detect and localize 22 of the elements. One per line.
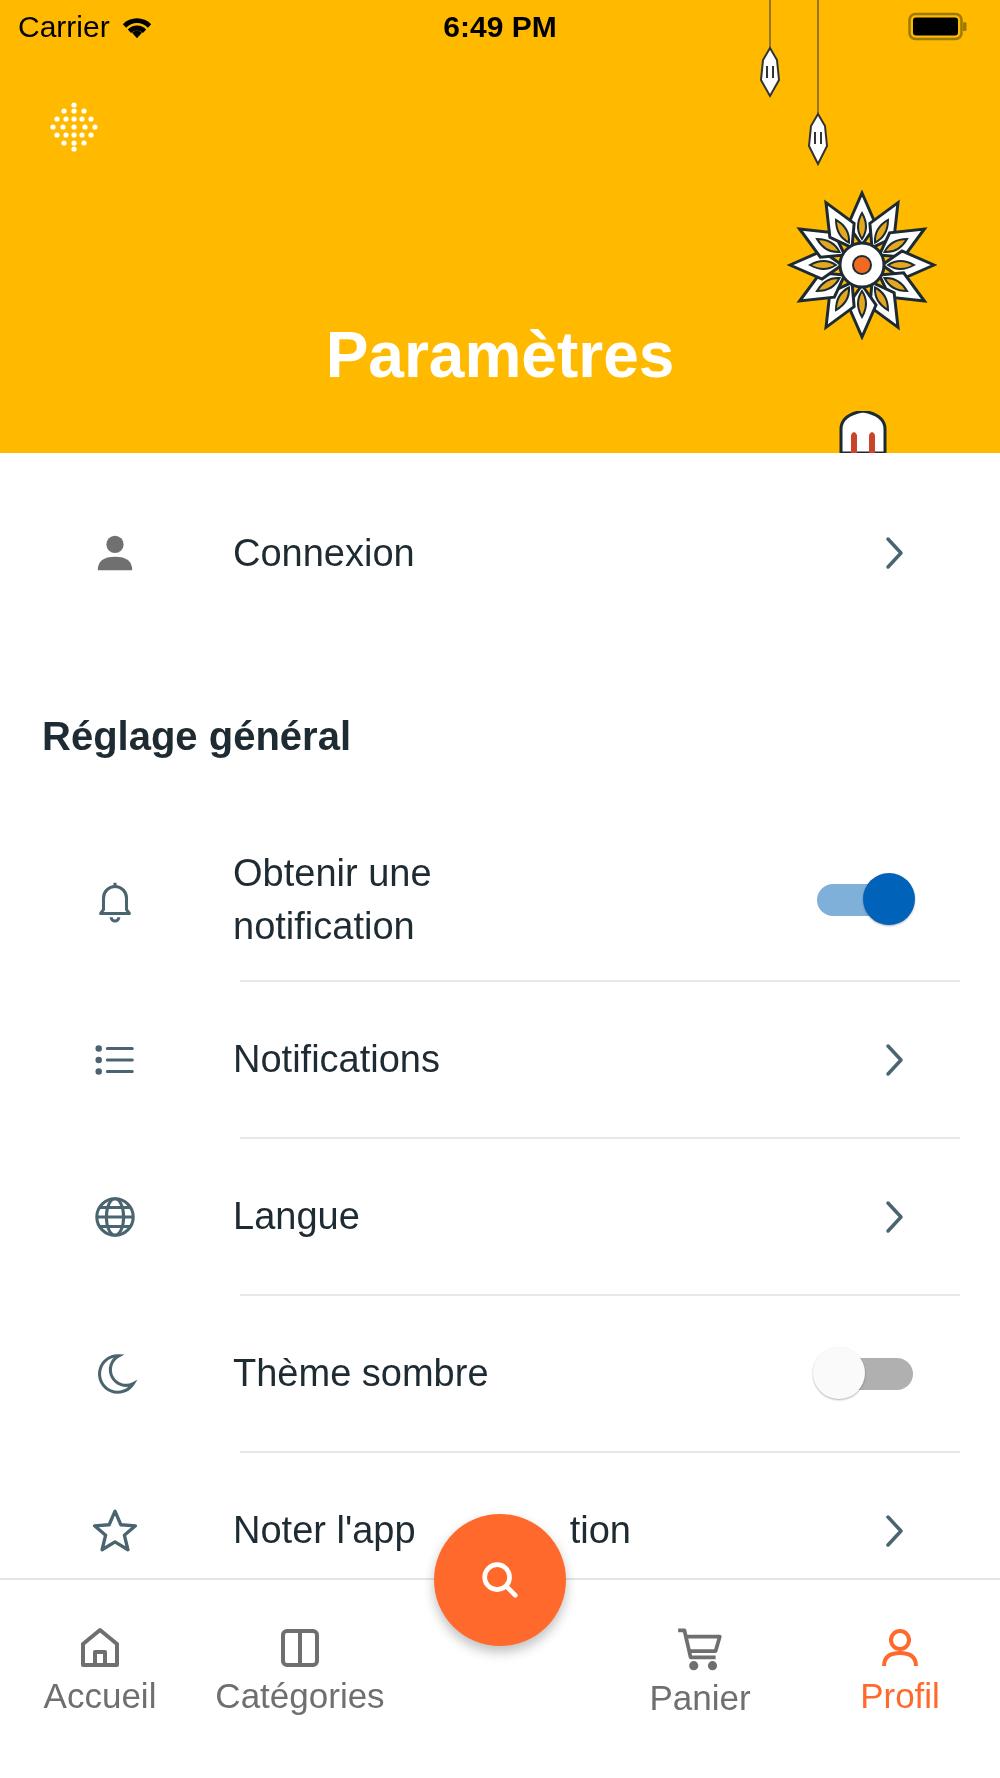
- chevron-icon[interactable]: [885, 1042, 905, 1077]
- setting-link[interactable]: Langue: [233, 1195, 360, 1238]
- section-heading: Réglage général: [41, 713, 352, 760]
- login-link[interactable]: Connexion: [233, 531, 415, 575]
- chevron-icon[interactable]: [885, 1199, 905, 1234]
- nav-tab[interactable]: Panier: [600, 1580, 800, 1778]
- nav-tab[interactable]: Accueil: [0, 1580, 200, 1778]
- battery-icon: [908, 12, 968, 42]
- carrier-label: Carrier: [18, 10, 110, 44]
- chevron-icon[interactable]: [885, 536, 905, 570]
- dome-icon: [838, 411, 888, 453]
- page-title: Paramètres: [325, 318, 675, 392]
- setting-link[interactable]: tion: [569, 1509, 631, 1552]
- nav-tab[interactable]: Catégories: [200, 1580, 400, 1778]
- clock-time: 6:49 PM: [443, 10, 557, 44]
- search-button[interactable]: [434, 1514, 566, 1646]
- dot-grid-icon: [49, 102, 99, 152]
- chevron-icon[interactable]: [885, 1513, 905, 1548]
- setting-link[interactable]: Noter l'app: [233, 1509, 416, 1552]
- setting-label: Thème sombre: [233, 1350, 489, 1396]
- setting-link[interactable]: Notifications: [233, 1038, 440, 1081]
- setting-label: Obtenir une notification: [233, 850, 433, 949]
